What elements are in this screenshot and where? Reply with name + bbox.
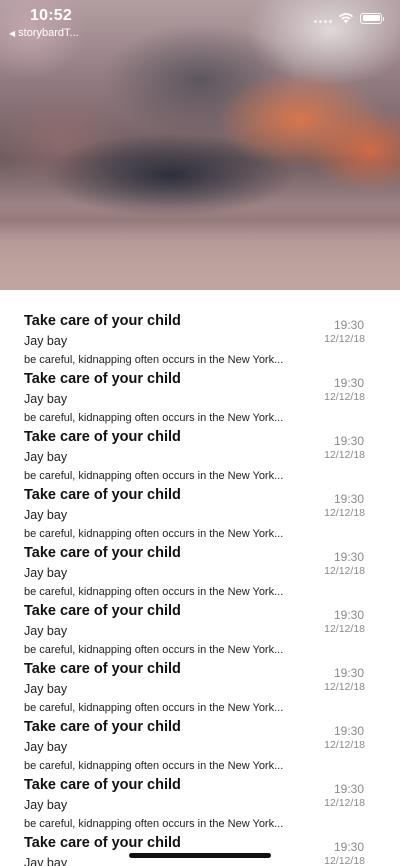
message-list: Take care of your child Jay bay be careful… xyxy=(0,290,400,866)
message-title: Take care of your child xyxy=(24,719,181,735)
message-time: 19:30 xyxy=(333,318,364,332)
message-title: Take care of your child xyxy=(24,371,181,387)
message-author: Jay bay xyxy=(24,624,68,638)
back-to-app-button[interactable]: ◀ storybardT... xyxy=(9,27,79,39)
message-author: Jay bay xyxy=(24,682,68,696)
message-date: 12/12/18 xyxy=(324,449,365,461)
message-date: 12/12/18 xyxy=(324,681,365,693)
back-app-label: storybardT... xyxy=(18,27,79,39)
signal-icon xyxy=(314,13,332,23)
message-title: Take care of your child xyxy=(24,313,181,329)
message-author: Jay bay xyxy=(24,566,68,580)
status-bar: 10:52 ◀ storybardT... xyxy=(0,0,400,44)
message-time: 19:30 xyxy=(333,840,364,854)
message-time: 19:30 xyxy=(333,492,364,506)
message-row[interactable]: Take care of your childJay baybe careful… xyxy=(0,348,400,424)
photo-band xyxy=(0,240,400,290)
message-row[interactable]: Take care of your childJay baybe careful… xyxy=(0,696,400,772)
home-indicator[interactable] xyxy=(129,853,271,858)
screen: 10:52 ◀ storybardT... Take care of your … xyxy=(0,0,400,866)
message-row[interactable]: Take care of your childJay baybe careful… xyxy=(0,464,400,540)
message-title: Take care of your child xyxy=(24,661,181,677)
message-author: Jay bay xyxy=(24,798,68,812)
photo-band xyxy=(0,205,400,235)
message-time: 19:30 xyxy=(333,724,364,738)
message-title: Take care of your child xyxy=(24,835,181,851)
message-time: 19:30 xyxy=(333,608,364,622)
battery-icon xyxy=(360,12,384,24)
message-row[interactable]: Take care of your childJay baybe careful… xyxy=(0,406,400,482)
message-title: Take care of your child xyxy=(24,603,181,619)
message-time: 19:30 xyxy=(333,782,364,796)
message-title: Take care of your child xyxy=(24,777,181,793)
message-author: Jay bay xyxy=(24,508,68,522)
message-date: 12/12/18 xyxy=(324,739,365,751)
status-time: 10:52 xyxy=(30,7,72,24)
message-time: 19:30 xyxy=(333,376,364,390)
message-time: 19:30 xyxy=(333,666,364,680)
message-date: 12/12/18 xyxy=(324,333,365,345)
status-icons xyxy=(314,12,384,24)
message-row[interactable]: Take care of your childJay baybe careful… xyxy=(0,580,400,656)
message-author: Jay bay xyxy=(24,450,68,464)
message-row[interactable]: Take care of your childJay baybe careful… xyxy=(0,290,400,366)
message-date: 12/12/18 xyxy=(324,391,365,403)
message-author: Jay bay xyxy=(24,740,68,754)
message-title: Take care of your child xyxy=(24,487,181,503)
message-author: Jay bay xyxy=(24,392,68,406)
message-time: 19:30 xyxy=(333,434,364,448)
message-time: 19:30 xyxy=(333,550,364,564)
message-date: 12/12/18 xyxy=(324,565,365,577)
message-title: Take care of your child xyxy=(24,429,181,445)
message-date: 12/12/18 xyxy=(324,797,365,809)
message-date: 12/12/18 xyxy=(324,507,365,519)
message-author: Jay bay xyxy=(24,856,68,866)
wifi-icon xyxy=(339,13,353,24)
back-triangle-icon: ◀ xyxy=(9,28,16,38)
message-author: Jay bay xyxy=(24,334,68,348)
message-date: 12/12/18 xyxy=(324,855,365,866)
message-row[interactable]: Take care of your childJay baybe careful… xyxy=(0,638,400,714)
message-row[interactable]: Take care of your childJay baybe careful… xyxy=(0,522,400,598)
message-date: 12/12/18 xyxy=(324,623,365,635)
message-row[interactable]: Take care of your childJay baybe careful… xyxy=(0,754,400,830)
message-title: Take care of your child xyxy=(24,545,181,561)
